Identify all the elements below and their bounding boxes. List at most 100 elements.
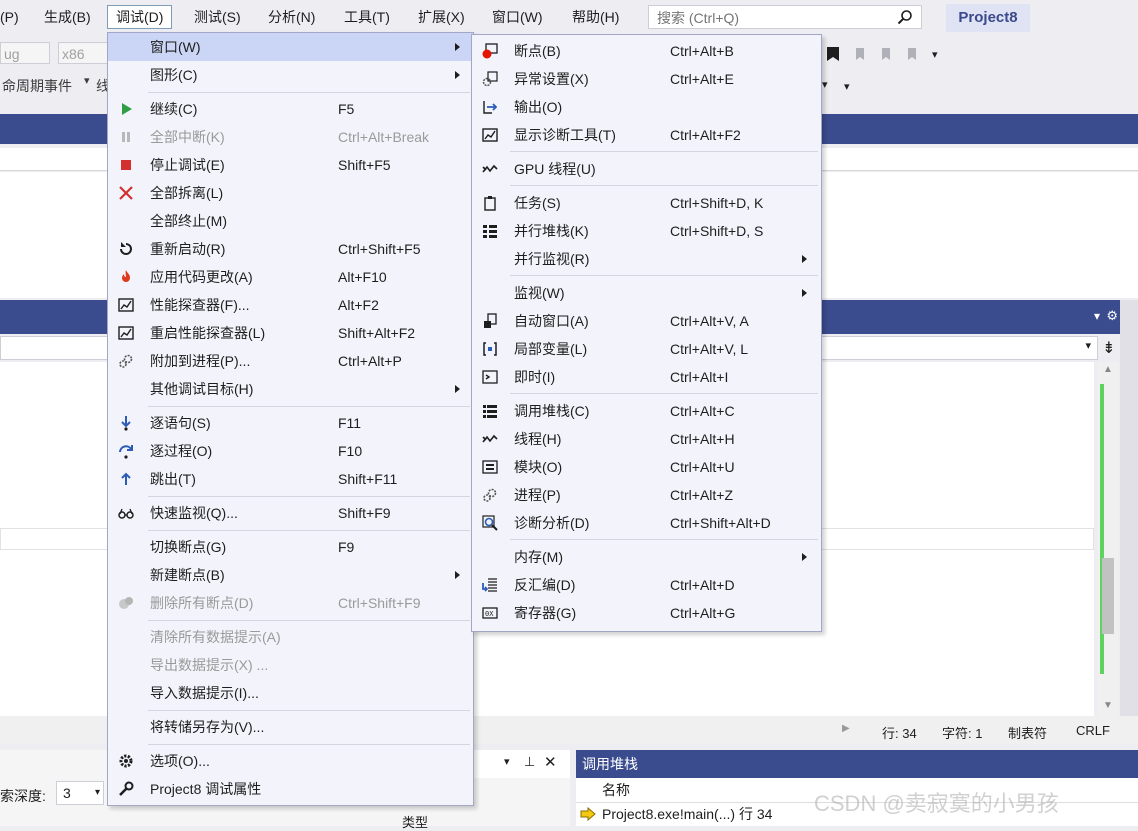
menu-item-label: 全部中断(K) (150, 129, 225, 145)
project-badge[interactable]: Project8 (946, 4, 1030, 32)
menu-item-label: 显示诊断工具(T) (514, 127, 616, 143)
menu-item-clear-datatips[interactable]: 清除所有数据提示(A) (108, 623, 473, 651)
menu-item-new-breakpoint[interactable]: 新建断点(B) (108, 561, 473, 589)
menu-item-processes[interactable]: 进程(P) Ctrl+Alt+Z (472, 481, 821, 509)
dropdown-arrow-icon[interactable]: ▾ (822, 78, 828, 91)
menu-item-gpu-threads[interactable]: GPU 线程(U) (472, 155, 821, 183)
menu-analyze[interactable]: 分析(N) (268, 7, 315, 27)
search-input[interactable] (655, 9, 889, 27)
menu-item-parallel-stacks[interactable]: 并行堆栈(K) Ctrl+Shift+D, S (472, 217, 821, 245)
menu-item-diagnostic-analysis[interactable]: 诊断分析(D) Ctrl+Shift+Alt+D (472, 509, 821, 537)
menu-item-output[interactable]: 输出(O) (472, 93, 821, 121)
menu-item-graphics[interactable]: 图形(C) (108, 61, 473, 89)
menu-item-options[interactable]: 选项(O)... (108, 747, 473, 775)
submenu-arrow-icon (455, 43, 460, 51)
search-depth-combo[interactable]: 3 ▾ (56, 781, 104, 805)
menu-item-apply-code-changes[interactable]: 应用代码更改(A) Alt+F10 (108, 263, 473, 291)
menu-item-step-over[interactable]: 逐过程(O) F10 (108, 437, 473, 465)
vertical-scrollbar[interactable]: ▲ ▼ (1098, 362, 1118, 716)
menu-debug[interactable]: 调试(D) (107, 5, 173, 29)
pin-icon[interactable]: ⊥ (524, 754, 535, 770)
menu-item-step-into[interactable]: 逐语句(S) F11 (108, 409, 473, 437)
menu-extensions[interactable]: 扩展(X) (418, 7, 465, 27)
menu-window[interactable]: 窗口(W) (492, 7, 543, 27)
scroll-right-icon[interactable]: ▶ (842, 723, 850, 734)
menu-item-detach-all[interactable]: 全部拆离(L) (108, 179, 473, 207)
menu-item-save-dump[interactable]: 将转储另存为(V)... (108, 713, 473, 741)
dropdown-arrow-icon[interactable]: ▾ (84, 74, 90, 87)
menu-item-immediate[interactable]: 即时(I) Ctrl+Alt+I (472, 363, 821, 391)
menu-item-shortcut: Ctrl+Shift+F5 (338, 241, 421, 257)
scroll-up-icon[interactable]: ▲ (1103, 364, 1113, 375)
menu-item-label: 逐语句(S) (150, 415, 211, 431)
menu-item-shortcut: Shift+F5 (338, 157, 391, 173)
menu-item-export-datatips[interactable]: 导出数据提示(X) ... (108, 651, 473, 679)
menu-item-parallel-watch[interactable]: 并行监视(R) (472, 245, 821, 273)
menu-item-show-diagnostic-tools[interactable]: 显示诊断工具(T) Ctrl+Alt+F2 (472, 121, 821, 149)
scrollbar-thumb[interactable] (1102, 558, 1114, 634)
menu-item-locals[interactable]: 局部变量(L) Ctrl+Alt+V, L (472, 335, 821, 363)
lifecycle-events-label[interactable]: 命周期事件 (2, 76, 72, 96)
bookmark-prev-icon[interactable] (852, 46, 868, 62)
split-icon[interactable]: ⇟ (1098, 338, 1120, 360)
menu-item-breakpoints[interactable]: 断点(B) Ctrl+Alt+B (472, 37, 821, 65)
menu-item-relaunch-profiler[interactable]: 重启性能探查器(L) Shift+Alt+F2 (108, 319, 473, 347)
menu-item-threads[interactable]: 线程(H) Ctrl+Alt+H (472, 425, 821, 453)
panel-dropdown-icon[interactable]: ▾ (1094, 309, 1100, 323)
menu-item-restart[interactable]: 重新启动(R) Ctrl+Shift+F5 (108, 235, 473, 263)
menu-item-shortcut: Ctrl+Alt+D (670, 577, 735, 593)
menu-item-quick-watch[interactable]: 快速监视(Q)... Shift+F9 (108, 499, 473, 527)
close-icon[interactable]: ✕ (544, 753, 557, 771)
menu-item-disassembly[interactable]: 反汇编(D) Ctrl+Alt+D (472, 571, 821, 599)
menu-build[interactable]: 生成(B) (44, 7, 91, 27)
menu-item-toggle-breakpoint[interactable]: 切换断点(G) F9 (108, 533, 473, 561)
submenu-arrow-icon (455, 385, 460, 393)
menu-item-shortcut: F10 (338, 443, 363, 459)
menu-project[interactable]: (P) (0, 7, 19, 27)
search-box[interactable] (648, 5, 922, 29)
menu-item-call-stack[interactable]: 调用堆栈(C) Ctrl+Alt+C (472, 397, 821, 425)
menu-item-import-datatips[interactable]: 导入数据提示(I)... (108, 679, 473, 707)
toolbar-overflow-icon[interactable]: ▾ (844, 80, 850, 93)
menu-item-watch[interactable]: 监视(W) (472, 279, 821, 307)
menu-item-continue[interactable]: 继续(C) F5 (108, 95, 473, 123)
menu-item-label: 窗口(W) (150, 39, 201, 55)
menu-test[interactable]: 测试(S) (194, 7, 241, 27)
configuration-combo[interactable]: ug (0, 42, 50, 64)
menu-item-delete-all-breakpoints[interactable]: 删除所有断点(D) Ctrl+Shift+F9 (108, 589, 473, 617)
bookmark-clear-icon[interactable] (904, 46, 920, 62)
menu-item-memory[interactable]: 内存(M) (472, 543, 821, 571)
tasks-icon (484, 196, 496, 211)
menu-item-autos[interactable]: 自动窗口(A) Ctrl+Alt+V, A (472, 307, 821, 335)
menu-item-step-out[interactable]: 跳出(T) Shift+F11 (108, 465, 473, 493)
menu-item-registers[interactable]: 0X 寄存器(G) Ctrl+Alt+G (472, 599, 821, 627)
menu-item-attach-to-process[interactable]: 附加到进程(P)... Ctrl+Alt+P (108, 347, 473, 375)
submenu-arrow-icon (455, 71, 460, 79)
menu-help[interactable]: 帮助(H) (572, 7, 619, 27)
platform-combo[interactable]: x86 (58, 42, 110, 64)
menu-item-exception-settings[interactable]: 异常设置(X) Ctrl+Alt+E (472, 65, 821, 93)
menu-item-modules[interactable]: 模块(O) Ctrl+Alt+U (472, 453, 821, 481)
menu-item-break-all[interactable]: 全部中断(K) Ctrl+Alt+Break (108, 123, 473, 151)
submenu-arrow-icon (455, 571, 460, 579)
output-icon (483, 101, 498, 114)
menu-item-project-debug-properties[interactable]: Project8 调试属性 (108, 775, 473, 803)
panel-dropdown-icon[interactable]: ▾ (504, 755, 510, 768)
bookmark-icon[interactable] (826, 46, 840, 62)
menu-item-stop-debugging[interactable]: 停止调试(E) Shift+F5 (108, 151, 473, 179)
menu-item-tasks[interactable]: 任务(S) Ctrl+Shift+D, K (472, 189, 821, 217)
line-ending-indicator[interactable]: CRLF (1076, 723, 1110, 738)
tabs-indicator[interactable]: 制表符 (1008, 723, 1047, 742)
menu-item-terminate-all[interactable]: 全部终止(M) (108, 207, 473, 235)
menu-item-performance-profiler[interactable]: 性能探查器(F)... Alt+F2 (108, 291, 473, 319)
current-frame-arrow-icon (580, 807, 596, 821)
scroll-down-icon[interactable]: ▼ (1103, 700, 1113, 711)
menu-item-shortcut: Shift+F9 (338, 505, 391, 521)
toolbar-overflow-icon[interactable]: ▾ (932, 48, 938, 61)
type-column-header: 类型 (402, 815, 429, 830)
bookmark-next-icon[interactable] (878, 46, 894, 62)
menu-tools[interactable]: 工具(T) (344, 7, 390, 27)
settings-icon[interactable]: ⚙ (1106, 308, 1118, 324)
menu-item-window[interactable]: 窗口(W) (108, 33, 473, 61)
menu-item-other-debug-targets[interactable]: 其他调试目标(H) (108, 375, 473, 403)
